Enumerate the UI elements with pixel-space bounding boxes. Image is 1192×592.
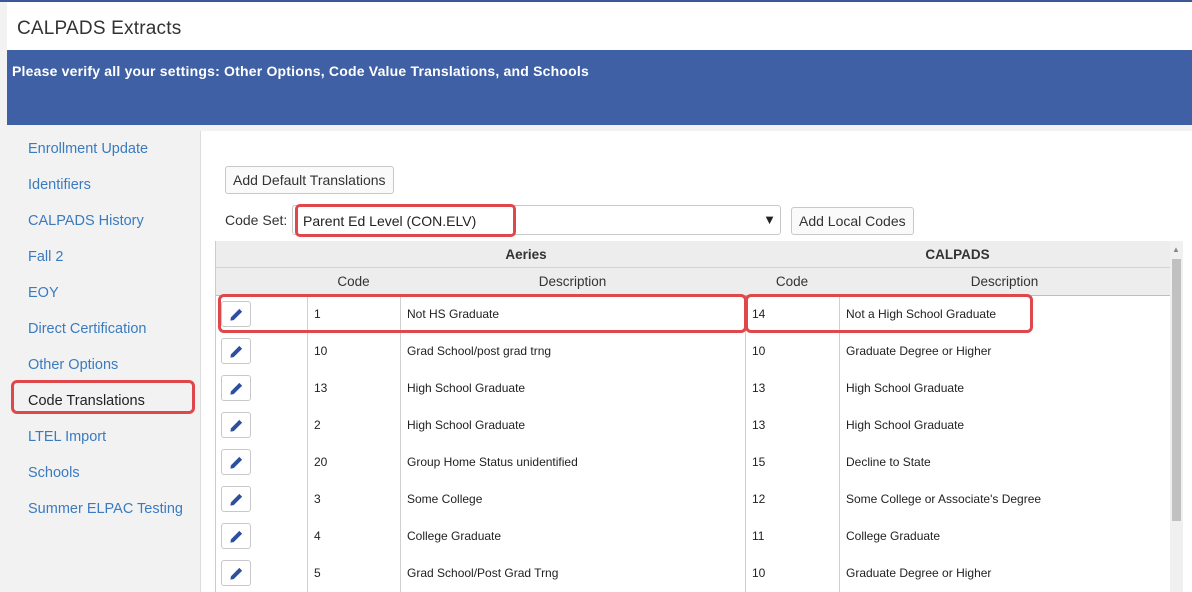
code-set-label: Code Set:: [225, 212, 288, 228]
calpads-code-cell: 11: [745, 518, 839, 555]
main-panel: Add Default Translations Code Set: Paren…: [200, 131, 1192, 592]
calpads-description-cell: College Graduate: [839, 518, 1171, 555]
aeries-code-cell: 10: [307, 333, 400, 370]
aeries-code-cell: 20: [307, 444, 400, 481]
pencil-icon: [230, 530, 243, 543]
pencil-icon: [230, 419, 243, 432]
table-row: 10 Grad School/post grad trng 10 Graduat…: [216, 333, 1171, 371]
calpads-code-cell: 10: [745, 333, 839, 370]
sidebar-item-calpads-history[interactable]: CALPADS History: [28, 213, 144, 229]
table-row: 3 Some College 12 Some College or Associ…: [216, 481, 1171, 519]
calpads-code-cell: 15: [745, 444, 839, 481]
code-set-highlight: [295, 204, 516, 237]
page-title: CALPADS Extracts: [17, 18, 182, 39]
table-row: 20 Group Home Status unidentified 15 Dec…: [216, 444, 1171, 482]
aeries-description-cell: Group Home Status unidentified: [400, 444, 745, 481]
aeries-row-highlight: [218, 294, 747, 333]
column-header-calpads-code[interactable]: Code: [745, 274, 839, 289]
calpads-code-cell: 12: [745, 481, 839, 518]
sidebar-item-eoy[interactable]: EOY: [28, 285, 59, 301]
table-row: 2 High School Graduate 13 High School Gr…: [216, 407, 1171, 445]
add-local-codes-button[interactable]: Add Local Codes: [791, 207, 914, 235]
group-header-aeries: Aeries: [505, 247, 547, 262]
triangle-down-icon[interactable]: ▼: [763, 212, 776, 227]
calpads-code-cell: 13: [745, 407, 839, 444]
column-header-row: Code Description Code Description: [216, 268, 1171, 296]
sidebar-item-summer-elpac-testing[interactable]: Summer ELPAC Testing: [28, 501, 183, 517]
table-row: 4 College Graduate 11 College Graduate: [216, 518, 1171, 556]
aeries-code-cell: 4: [307, 518, 400, 555]
sidebar-item-fall-2[interactable]: Fall 2: [28, 249, 63, 265]
pencil-icon: [230, 345, 243, 358]
sidebar-item-code-translations[interactable]: Code Translations: [28, 393, 145, 409]
pencil-icon: [230, 493, 243, 506]
title-bar: CALPADS Extracts: [7, 2, 1192, 50]
calpads-code-cell: 10: [745, 555, 839, 592]
aeries-code-cell: 2: [307, 407, 400, 444]
scrollbar-thumb[interactable]: [1172, 259, 1181, 521]
edit-button[interactable]: [221, 338, 251, 364]
sidebar-item-identifiers[interactable]: Identifiers: [28, 177, 91, 193]
pencil-icon: [230, 567, 243, 580]
edit-button[interactable]: [221, 412, 251, 438]
settings-banner: Please verify all your settings: Other O…: [7, 50, 1192, 125]
calpads-description-cell: Graduate Degree or Higher: [839, 333, 1171, 370]
triangle-up-icon[interactable]: ▲: [1172, 245, 1180, 254]
aeries-description-cell: Some College: [400, 481, 745, 518]
edit-button[interactable]: [221, 486, 251, 512]
sidebar-item-ltel-import[interactable]: LTEL Import: [28, 429, 106, 445]
calpads-description-cell: High School Graduate: [839, 407, 1171, 444]
edit-button[interactable]: [221, 449, 251, 475]
aeries-description-cell: High School Graduate: [400, 407, 745, 444]
calpads-code-cell: 13: [745, 370, 839, 407]
banner-message: Please verify all your settings: Other O…: [12, 63, 589, 79]
edit-button[interactable]: [221, 375, 251, 401]
edit-button[interactable]: [221, 523, 251, 549]
sidebar-item-direct-certification[interactable]: Direct Certification: [28, 321, 146, 337]
table-scrollbar[interactable]: ▲: [1170, 241, 1183, 592]
calpads-row-highlight: [745, 294, 1033, 333]
group-header-calpads: CALPADS: [925, 247, 990, 262]
aeries-code-cell: 5: [307, 555, 400, 592]
column-header-calpads-description[interactable]: Description: [839, 274, 1170, 289]
aeries-description-cell: Grad School/post grad trng: [400, 333, 745, 370]
table-row: 5 Grad School/Post Grad Trng 10 Graduate…: [216, 555, 1171, 592]
sidebar-item-enrollment-update[interactable]: Enrollment Update: [28, 141, 148, 157]
calpads-description-cell: Graduate Degree or Higher: [839, 555, 1171, 592]
sidebar-item-other-options[interactable]: Other Options: [28, 357, 118, 373]
table-row: 13 High School Graduate 13 High School G…: [216, 370, 1171, 408]
sidebar-nav: Enrollment Update Identifiers CALPADS Hi…: [7, 125, 200, 592]
pencil-icon: [230, 456, 243, 469]
aeries-description-cell: High School Graduate: [400, 370, 745, 407]
pencil-icon: [230, 382, 243, 395]
edit-button[interactable]: [221, 560, 251, 586]
column-header-aeries-code[interactable]: Code: [307, 274, 400, 289]
aeries-description-cell: College Graduate: [400, 518, 745, 555]
aeries-description-cell: Grad School/Post Grad Trng: [400, 555, 745, 592]
add-default-translations-button[interactable]: Add Default Translations: [225, 166, 394, 194]
calpads-description-cell: Some College or Associate's Degree: [839, 481, 1171, 518]
aeries-code-cell: 3: [307, 481, 400, 518]
sidebar-item-schools[interactable]: Schools: [28, 465, 80, 481]
column-header-aeries-description[interactable]: Description: [400, 274, 745, 289]
group-header-row: Aeries CALPADS: [216, 241, 1171, 268]
calpads-description-cell: High School Graduate: [839, 370, 1171, 407]
aeries-code-cell: 13: [307, 370, 400, 407]
calpads-description-cell: Decline to State: [839, 444, 1171, 481]
